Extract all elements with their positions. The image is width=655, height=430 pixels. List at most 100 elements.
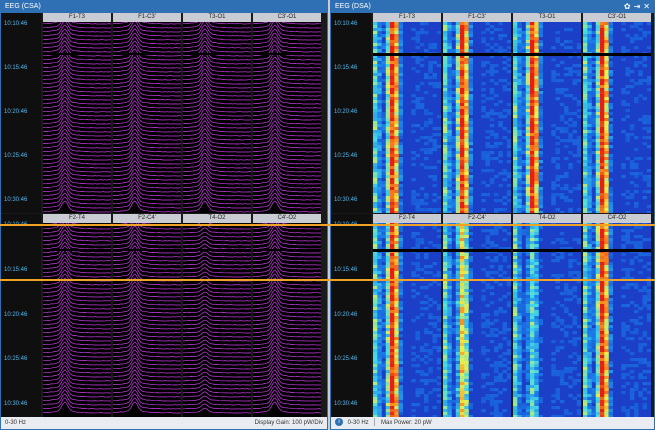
- spectral-cell: [436, 358, 441, 362]
- spectral-cell: [521, 130, 526, 134]
- spectral-cell: [521, 46, 526, 50]
- close-icon[interactable]: ✕: [643, 1, 650, 13]
- spectral-cell: [460, 226, 465, 230]
- spectral-cell: [587, 286, 592, 290]
- channel-f2-t4[interactable]: F2-T4: [373, 214, 441, 417]
- spectral-cell: [513, 238, 518, 242]
- spectral-cell: [587, 94, 592, 98]
- time-marker-end[interactable]: [0, 279, 655, 281]
- channel-t3-o1[interactable]: T3-O1: [513, 13, 581, 213]
- spectral-cell: [468, 31, 473, 35]
- spectral-cell: [443, 340, 448, 344]
- spectral-cell: [513, 76, 518, 80]
- spectral-cell: [464, 256, 469, 260]
- spectral-cell: [464, 322, 469, 326]
- spectral-cell: [377, 160, 382, 164]
- spectral-cell: [600, 253, 605, 257]
- spectral-cell: [564, 241, 569, 245]
- spectral-cell: [385, 400, 391, 404]
- spectral-cell: [564, 367, 569, 371]
- trace-line: [253, 305, 321, 318]
- spectral-cell: [447, 100, 452, 104]
- spectral-cell: [377, 34, 382, 38]
- spectral-cell: [394, 388, 399, 392]
- spectral-cell: [464, 361, 469, 365]
- spectral-cell: [377, 310, 382, 314]
- spectral-cell: [432, 337, 437, 341]
- spectral-cell: [451, 172, 456, 176]
- spectral-cell: [485, 130, 490, 134]
- spectral-cell: [377, 331, 382, 335]
- spectral-cell: [572, 259, 577, 263]
- spectral-cell: [534, 337, 539, 341]
- spectral-cell: [398, 358, 403, 362]
- spectral-cell: [373, 184, 378, 188]
- channel-f2-c4-[interactable]: F2-C4': [113, 214, 181, 417]
- spectral-cell: [517, 196, 522, 200]
- channel-f1-t3[interactable]: F1-T3: [373, 13, 441, 213]
- spectral-cell: [381, 22, 386, 26]
- spectral-cell: [600, 121, 605, 125]
- spectral-cell: [436, 145, 441, 149]
- channel-f1-c3-[interactable]: F1-C3': [113, 13, 181, 213]
- spectral-cell: [502, 358, 507, 362]
- channel-c3-o1[interactable]: C3'-O1: [583, 13, 651, 213]
- spectral-cell: [455, 46, 461, 50]
- spectral-cell: [591, 139, 596, 143]
- channel-t4-o2[interactable]: T4-O2: [183, 214, 251, 417]
- spectral-cell: [559, 187, 565, 191]
- channel-c4-o2[interactable]: C4'-O2: [253, 214, 321, 417]
- spectral-cell: [419, 268, 425, 272]
- spectral-cell: [377, 79, 382, 83]
- spectral-cell: [398, 355, 403, 359]
- spectral-cell: [489, 229, 495, 233]
- info-icon[interactable]: i: [335, 418, 343, 427]
- channel-c3-o1[interactable]: C3'-O1: [253, 13, 321, 213]
- spectral-cell: [521, 109, 526, 113]
- spectral-cell: [608, 310, 613, 314]
- spectral-cell: [521, 79, 526, 83]
- spectral-cell: [525, 91, 531, 95]
- spectral-cell: [513, 352, 518, 356]
- spectral-cell: [587, 25, 592, 29]
- spectral-cell: [455, 166, 461, 170]
- channel-c4-o2[interactable]: C4'-O2: [583, 214, 651, 417]
- spectral-cell: [447, 181, 452, 185]
- spectral-cell: [460, 412, 465, 416]
- spectral-cell: [625, 67, 630, 71]
- channel-t3-o1[interactable]: T3-O1: [183, 13, 251, 213]
- spectral-cell: [398, 151, 403, 155]
- spectral-cell: [385, 187, 391, 191]
- spectral-cell: [502, 388, 507, 392]
- spectral-cell: [530, 322, 535, 326]
- spectral-cell: [634, 358, 639, 362]
- spectral-cell: [455, 169, 461, 173]
- spectral-cell: [424, 331, 429, 335]
- channel-f2-c4-[interactable]: F2-C4': [443, 214, 511, 417]
- spectral-cell: [485, 229, 490, 233]
- time-marker-start[interactable]: [0, 224, 655, 226]
- spectral-cell: [600, 172, 605, 176]
- spectral-cell: [534, 394, 539, 398]
- spectral-cell: [587, 118, 592, 122]
- spectral-cell: [629, 259, 635, 263]
- spectral-cell: [464, 49, 469, 53]
- channel-f1-c3-[interactable]: F1-C3': [443, 13, 511, 213]
- spectral-cell: [455, 73, 461, 77]
- spectral-cell: [538, 358, 543, 362]
- spectral-cell: [521, 148, 526, 152]
- pin-icon[interactable]: ⇥: [634, 1, 641, 13]
- spectral-cell: [608, 163, 613, 167]
- spectral-cell: [373, 163, 378, 167]
- spectral-cell: [625, 49, 630, 53]
- channel-t4-o2[interactable]: T4-O2: [513, 214, 581, 417]
- spectral-cell: [525, 58, 531, 62]
- spectral-cell: [390, 172, 395, 176]
- spectral-cell: [494, 28, 499, 32]
- gear-icon[interactable]: ✿: [624, 1, 631, 13]
- spectral-cell: [481, 151, 486, 155]
- spectral-cell: [373, 379, 378, 383]
- channel-f1-t3[interactable]: F1-T3: [43, 13, 111, 213]
- channel-f2-t4[interactable]: F2-T4: [43, 214, 111, 417]
- spectral-cell: [460, 391, 465, 395]
